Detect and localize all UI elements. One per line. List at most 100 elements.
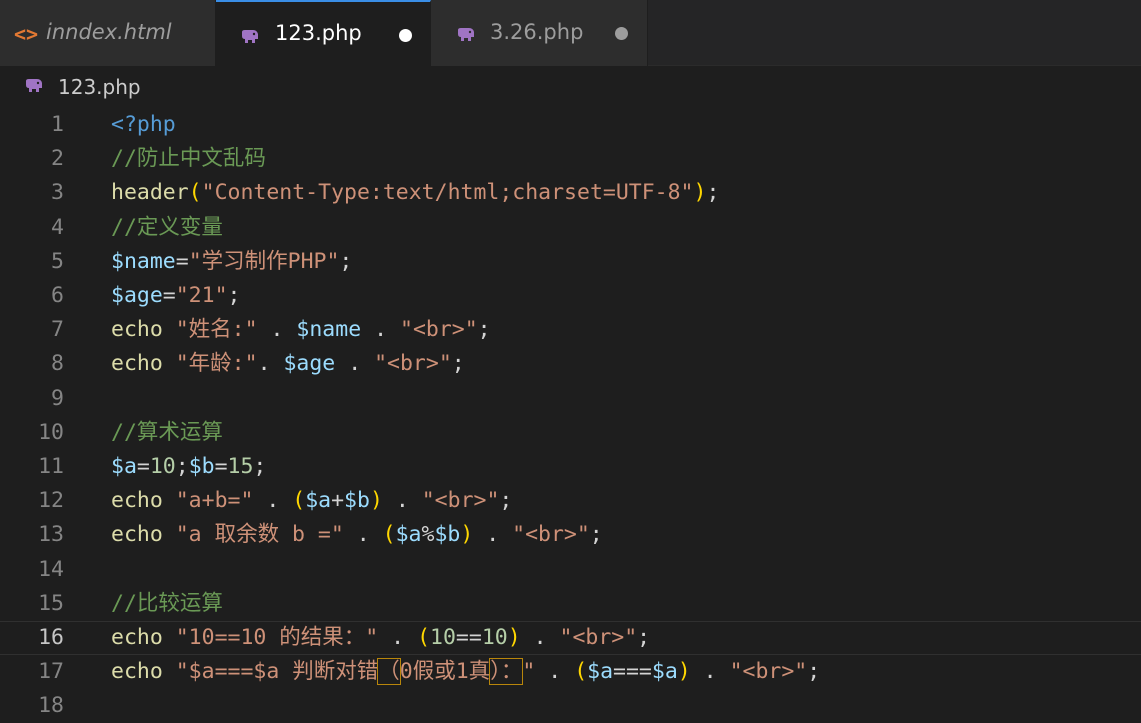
- code-token: "<br>": [374, 351, 452, 377]
- code-token: 0假或1真: [399, 659, 491, 685]
- code-line[interactable]: 8 echo "年龄:". $age . "<br>";: [0, 347, 1141, 381]
- code-token: =: [162, 283, 176, 308]
- code-token: ;: [589, 522, 603, 548]
- code-token: 15: [227, 454, 254, 479]
- code-token: "a+b=": [175, 488, 254, 514]
- code-line[interactable]: 4 //定义变量: [0, 211, 1141, 245]
- line-number: 15: [38, 590, 64, 616]
- line-number: 1: [51, 112, 64, 137]
- code-token: $a: [305, 488, 332, 514]
- code-token: 10: [430, 625, 456, 650]
- code-token: ): [677, 659, 691, 685]
- code-token: ;: [175, 454, 189, 479]
- code-token: ===: [613, 659, 652, 685]
- code-text: <?php: [111, 108, 176, 142]
- code-token: $age: [283, 351, 336, 377]
- tab-3-26-php[interactable]: 3.26.php: [431, 0, 648, 66]
- code-token: header: [111, 180, 189, 206]
- code-token: echo: [111, 625, 176, 650]
- tab-123-php[interactable]: 123.php: [216, 0, 431, 66]
- code-token: echo: [111, 351, 176, 377]
- code-text: //算术运算: [111, 416, 223, 450]
- line-number: 9: [51, 385, 64, 411]
- code-token: ;: [637, 625, 651, 650]
- code-token: "10==10 的结果：": [175, 625, 379, 650]
- code-token: ): [507, 625, 521, 650]
- breadcrumb: 123.php: [0, 66, 1141, 108]
- code-token: (: [574, 659, 588, 685]
- breadcrumb-file[interactable]: 123.php: [58, 75, 141, 99]
- line-number: 8: [51, 351, 64, 377]
- code-line[interactable]: 17 echo "$a===$a 判断对错（0假或1真）：" . ($a===$a…: [0, 655, 1141, 689]
- code-line[interactable]: 5 $name="学习制作PHP";: [0, 245, 1141, 279]
- code-text: //定义变量: [111, 211, 223, 245]
- code-line[interactable]: 7 echo "姓名:" . $name . "<br>";: [0, 313, 1141, 347]
- line-number: 10: [38, 419, 64, 445]
- code-line[interactable]: 11 $a=10;$b=15;: [0, 450, 1141, 484]
- code-token: ;: [451, 351, 465, 377]
- code-text: echo "$a===$a 判断对错（0假或1真）：" . ($a===$a) …: [111, 655, 820, 689]
- code-token: .: [343, 522, 383, 548]
- code-token: .: [690, 659, 730, 685]
- code-line[interactable]: 3 header("Content-Type:text/html;charset=…: [0, 176, 1141, 210]
- tab-inndex-html[interactable]: <> inndex.html: [0, 0, 216, 66]
- code-token: $a: [651, 659, 678, 685]
- code-token: "姓名:": [175, 317, 258, 343]
- code-line[interactable]: 2 //防止中文乱码: [0, 142, 1141, 176]
- code-editor[interactable]: 1 <?php 2//防止中文乱码 3 header("Content-Type:tex…: [0, 108, 1141, 718]
- bracket-highlight: ）：: [489, 658, 524, 686]
- code-token: //算术运算: [111, 419, 223, 445]
- code-token: .: [378, 625, 418, 650]
- code-text: $name="学习制作PHP";: [111, 245, 352, 279]
- code-line[interactable]: 14: [0, 553, 1141, 587]
- code-token: //定义变量: [111, 214, 223, 240]
- code-line[interactable]: 13 echo "a 取余数 b =" . ($a%$b) . "<br>";: [0, 518, 1141, 552]
- code-token: .: [253, 488, 293, 514]
- code-token: .: [257, 351, 284, 377]
- code-token: (: [382, 522, 396, 548]
- code-text: //防止中文乱码: [111, 142, 266, 176]
- code-token: 10: [481, 625, 508, 650]
- code-text: header("Content-Type:text/html;charset=U…: [111, 176, 719, 210]
- code-line[interactable]: 10 //算术运算: [0, 416, 1141, 450]
- line-number: 12: [38, 488, 64, 514]
- tab-label: inndex.html: [46, 20, 172, 44]
- tab-label: 3.26.php: [490, 20, 584, 44]
- php-elephant-icon: [456, 24, 476, 48]
- code-token: (: [417, 625, 431, 650]
- code-line[interactable]: 18: [0, 689, 1141, 723]
- code-token: ==: [455, 625, 482, 650]
- code-token: .: [382, 488, 422, 514]
- code-token: ): [693, 180, 707, 206]
- code-token: $b: [188, 454, 215, 479]
- code-line[interactable]: 15 //比较运算: [0, 587, 1141, 621]
- tab-label: 123.php: [275, 21, 362, 45]
- code-text: $age="21";: [111, 279, 240, 313]
- code-token: "学习制作PHP": [188, 248, 340, 274]
- code-line[interactable]: 6 $age="21";: [0, 279, 1141, 313]
- bracket-highlight: （: [377, 658, 401, 686]
- code-token: <?php: [111, 112, 176, 137]
- code-line[interactable]: 1 <?php: [0, 108, 1141, 142]
- code-token: $name: [111, 248, 176, 274]
- code-token: "Content-Type:text/html;charset=UTF-8": [201, 180, 694, 206]
- code-token: "<br>": [559, 625, 638, 650]
- code-line[interactable]: 12 echo "a+b=" . ($a+$b) . "<br>";: [0, 484, 1141, 518]
- code-token: %: [421, 522, 435, 548]
- code-token: echo: [111, 488, 176, 514]
- line-number: 16: [38, 625, 64, 650]
- code-token: ;: [253, 454, 267, 479]
- php-elephant-icon: [240, 26, 260, 50]
- code-line[interactable]: 9: [0, 382, 1141, 416]
- code-token: (: [188, 180, 202, 206]
- code-token: "$a===$a 判断对错: [175, 659, 379, 685]
- line-number: 13: [38, 522, 64, 548]
- code-text: $a=10;$b=15;: [111, 450, 266, 484]
- code-line[interactable]: 16 echo "10==10 的结果：" . (10==10) . "<br>"…: [0, 621, 1141, 655]
- code-token: .: [535, 659, 575, 685]
- unsaved-dot-icon[interactable]: [615, 27, 628, 40]
- unsaved-dot-icon[interactable]: [399, 29, 412, 42]
- code-token: +: [331, 488, 345, 514]
- code-token: "<br>": [421, 488, 500, 514]
- code-token: ;: [706, 180, 720, 206]
